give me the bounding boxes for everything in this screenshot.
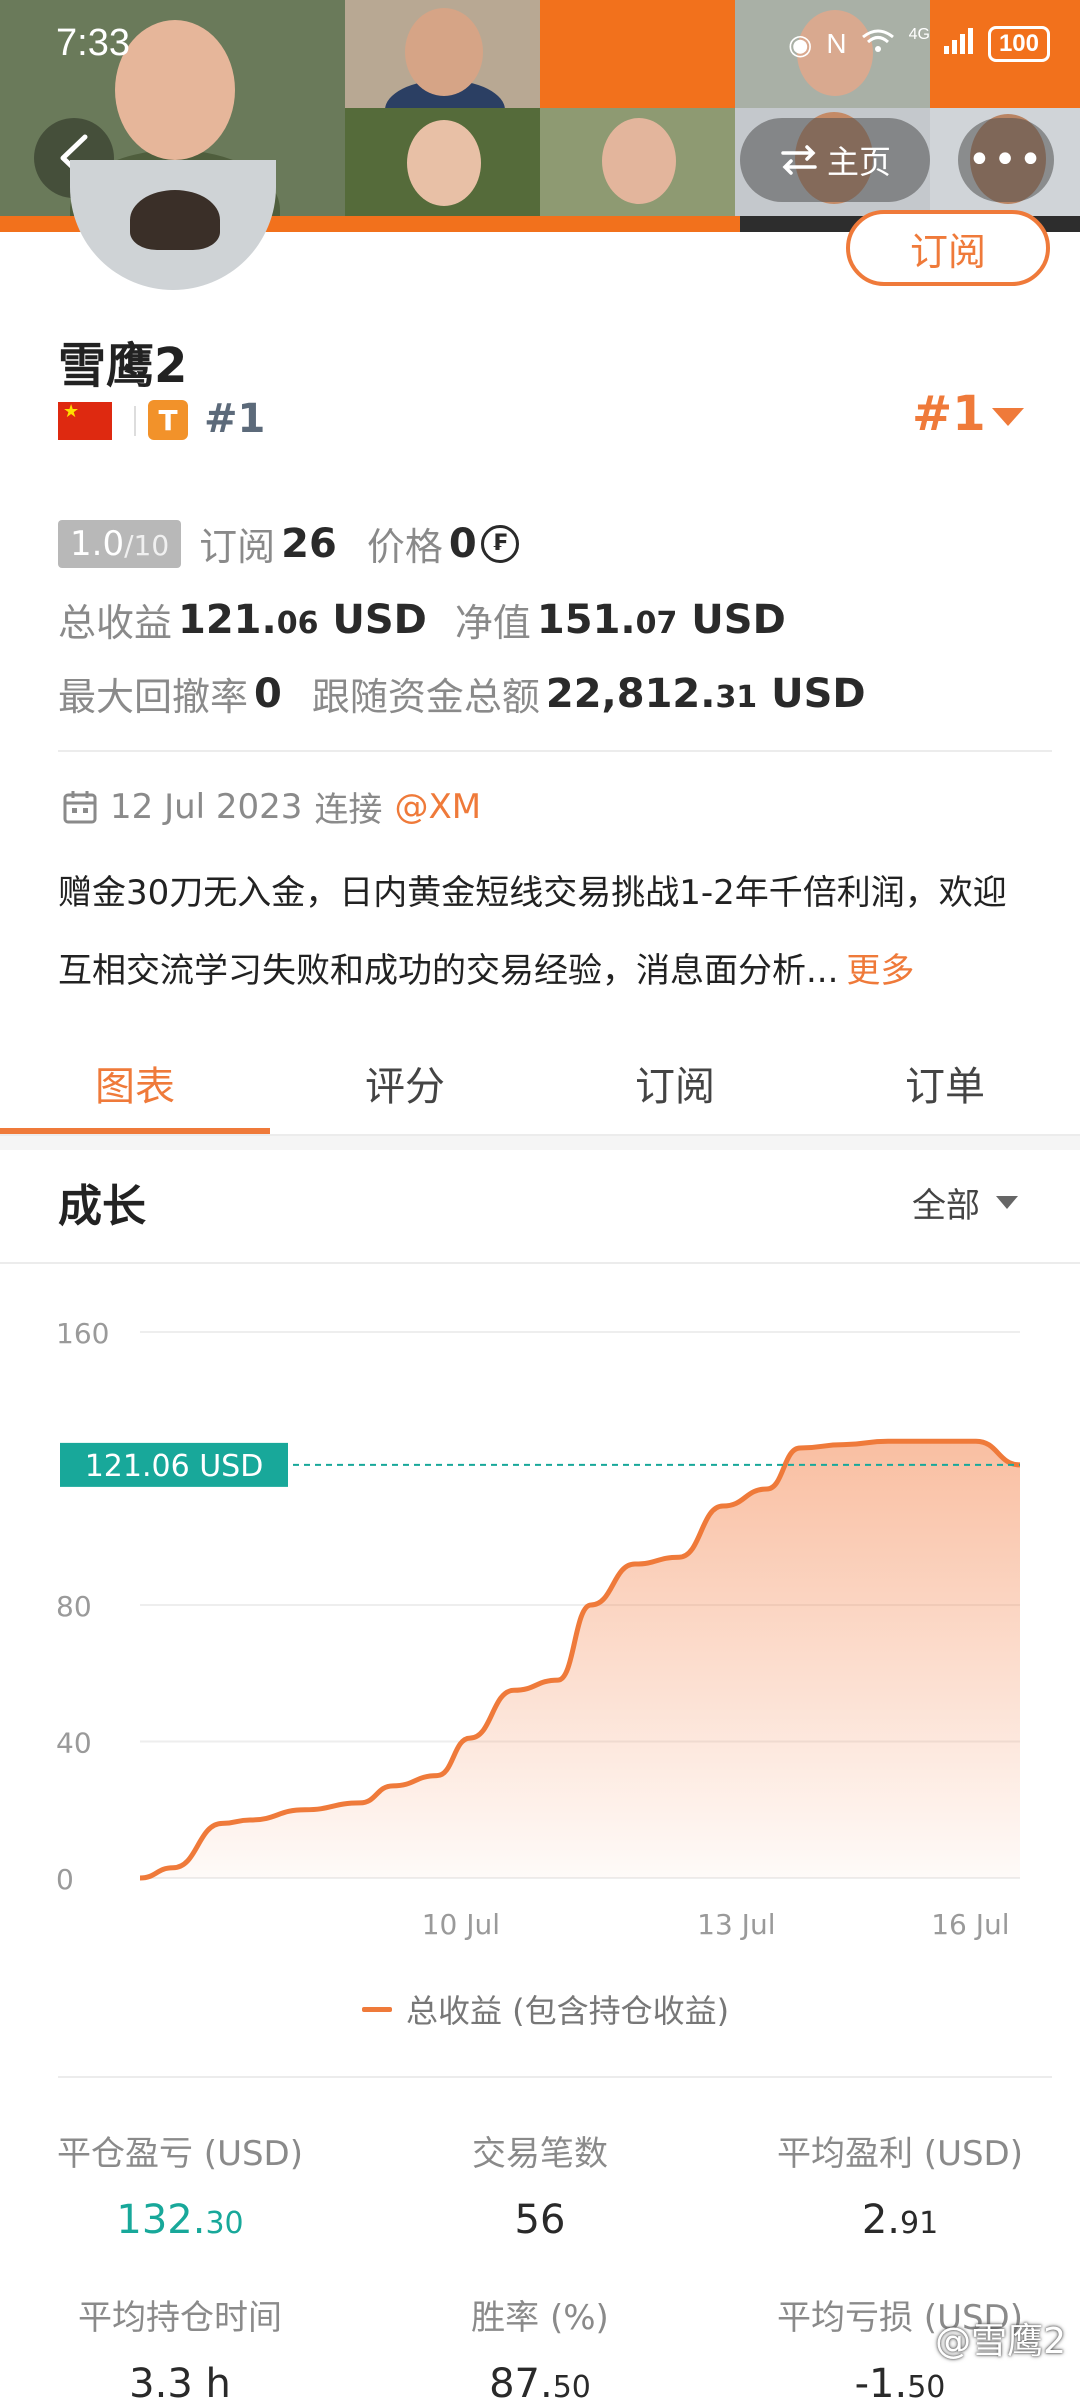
price-label: 价格 — [366, 525, 443, 569]
metric-value: 132.30 — [116, 2197, 244, 2243]
current-value-label: 121.06 USD — [85, 1449, 264, 1484]
home-button[interactable]: 主页 — [740, 118, 930, 202]
network-type: 4G — [908, 26, 930, 43]
banner-photo-4 — [345, 108, 540, 216]
switch-icon — [781, 145, 817, 175]
more-link[interactable]: 更多 — [846, 951, 914, 991]
chart-section-title: 成长 — [58, 1181, 146, 1232]
total-profit-value: 121.06 USD — [178, 596, 427, 643]
growth-chart[interactable]: 160 80 40 0 10 Jul 13 Jul 16 Jul 121.06 USD — [0, 1270, 1080, 1960]
price-value: 0 — [448, 520, 477, 567]
series-area — [140, 1441, 1020, 1878]
divider — [0, 1262, 1080, 1264]
connect-text: 连接 — [314, 790, 383, 830]
legend-swatch — [362, 2006, 392, 2012]
metric-closed-pnl: 平仓盈亏 (USD) 132.30 — [10, 2126, 350, 2243]
metric-value: -1.50 — [854, 2361, 946, 2400]
banner-pattern-1 — [540, 0, 735, 108]
trader-avatar[interactable] — [70, 160, 276, 290]
metric-value: 2.91 — [861, 2197, 939, 2243]
tab-bar: 图表 评分 订阅 订单 — [0, 1030, 1080, 1136]
metric-value: 87.50 — [489, 2361, 591, 2400]
watermark: @雪鹰2 — [935, 2321, 1066, 2362]
legend-label: 总收益 (包含持仓收益) — [406, 1992, 730, 2030]
tab-rating[interactable]: 评分 — [270, 1030, 540, 1136]
x-tick-label: 13 Jul — [697, 1908, 775, 1941]
connection-info: 12 Jul 2023 连接 @XM — [62, 782, 481, 831]
max-drawdown-value: 0 — [254, 670, 282, 717]
divider — [58, 2076, 1052, 2078]
y-tick-label: 40 — [56, 1727, 92, 1760]
nfc-icon: Ν — [826, 28, 847, 59]
divider — [134, 406, 136, 436]
banner-photo-5 — [540, 108, 735, 216]
calendar-icon — [63, 790, 97, 823]
trader-description: 赠金30刀无入金，日内黄金短线交易挑战1-2年千倍利润，欢迎互相交流学习失败和成… — [58, 873, 1007, 991]
metric-value: 3.3 h — [129, 2361, 231, 2400]
battery-indicator: 100 — [987, 26, 1050, 62]
subscribe-count-label: 订阅 — [199, 525, 276, 569]
banner-photo-2 — [345, 0, 540, 108]
y-tick-label: 80 — [56, 1590, 92, 1623]
eagle-image — [130, 190, 220, 250]
chart-legend: 总收益 (包含持仓收益) — [362, 1986, 729, 2032]
section-gap — [0, 1136, 1080, 1150]
follow-funds-value: 22,812.31 USD — [545, 670, 866, 717]
stats-row-profit: 总收益 121.06 USD 净值 151.07 USD — [58, 592, 786, 647]
tab-chart[interactable]: 图表 — [0, 1030, 270, 1136]
eye-icon: ◉ — [787, 28, 813, 60]
broker-link[interactable]: @XM — [394, 787, 481, 827]
tier-badge: T — [148, 400, 188, 440]
follow-funds-label: 跟随资金总额 — [311, 675, 540, 719]
x-tick-label: 10 Jul — [422, 1908, 500, 1941]
range-label: 全部 — [912, 1186, 980, 1226]
wifi-icon — [861, 27, 895, 62]
range-selector[interactable]: 全部 — [912, 1178, 1018, 1227]
china-flag-icon — [58, 401, 112, 440]
subscribe-button[interactable]: 订阅 — [846, 210, 1050, 286]
total-profit-label: 总收益 — [58, 601, 173, 645]
home-label: 主页 — [826, 143, 891, 181]
equity-value: 151.07 USD — [536, 596, 786, 643]
y-tick-label: 160 — [56, 1317, 109, 1350]
metric-win-rate: 胜率 (%) 87.50 — [370, 2290, 710, 2400]
metric-value: 56 — [514, 2197, 566, 2243]
metric-avg-hold-time: 平均持仓时间 3.3 h — [10, 2290, 350, 2400]
tab-subscriptions[interactable]: 订阅 — [540, 1030, 810, 1136]
caret-down-icon[interactable] — [992, 408, 1024, 426]
metric-trade-count: 交易笔数 56 — [370, 2126, 710, 2243]
rank-selector[interactable]: #1 — [912, 386, 986, 442]
tab-orders[interactable]: 订单 — [810, 1030, 1080, 1136]
equity-label: 净值 — [454, 601, 531, 645]
coin-icon: ₣ — [480, 524, 519, 563]
more-options-button[interactable]: ••• — [958, 118, 1054, 202]
max-drawdown-label: 最大回撤率 — [58, 675, 249, 719]
signal-icon — [943, 27, 974, 61]
subscribe-count: 26 — [281, 520, 337, 567]
metric-avg-profit: 平均盈利 (USD) 2.91 — [730, 2126, 1070, 2243]
ellipsis-icon: ••• — [967, 137, 1045, 183]
caret-down-icon — [996, 1196, 1018, 1209]
rating-box: 1.0/10 — [58, 519, 182, 568]
trader-name: 雪鹰2 — [58, 338, 188, 394]
status-icons: ◉ Ν 4G 100 — [788, 26, 1050, 62]
stats-row-drawdown: 最大回撤率 0 跟随资金总额 22,812.31 USD — [58, 666, 866, 721]
connect-date: 12 Jul 2023 — [110, 786, 303, 827]
x-tick-label: 16 Jul — [931, 1908, 1009, 1941]
status-time: 7:33 — [56, 22, 130, 64]
y-tick-label: 0 — [56, 1863, 74, 1896]
divider — [58, 750, 1052, 752]
rank-badge: #1 — [204, 396, 266, 442]
stats-row-rating: 1.0/10 订阅 26 价格 0 ₣ — [58, 516, 519, 571]
